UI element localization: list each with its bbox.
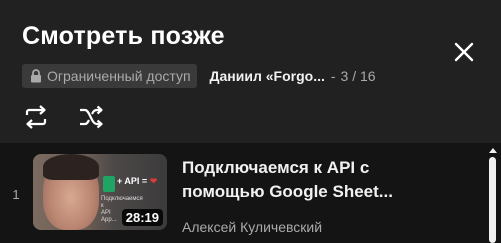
- video-thumbnail[interactable]: + API = ❤ Подключаемся к API App... 28:1…: [33, 154, 167, 230]
- lock-icon: [30, 69, 42, 83]
- privacy-label: Ограниченный доступ: [47, 68, 191, 84]
- scroll-up-icon[interactable]: [489, 148, 497, 153]
- close-button[interactable]: [448, 36, 480, 68]
- video-title[interactable]: Подключаемся к API с помощью Google Shee…: [182, 156, 452, 204]
- scrollbar-thumb[interactable]: [489, 157, 496, 243]
- shuffle-button[interactable]: [75, 101, 107, 133]
- loop-icon: [25, 105, 47, 129]
- privacy-badge: Ограниченный доступ: [22, 64, 197, 88]
- heart-icon: ❤: [149, 176, 158, 186]
- close-icon: [454, 42, 474, 62]
- thumbnail-caption: + API = ❤: [117, 176, 158, 186]
- duration-badge: 28:19: [121, 209, 163, 226]
- playlist-items: 1 + API = ❤ Подключаемся к API App... 28…: [0, 143, 501, 243]
- playlist-header: Смотреть позже Ограниченный доступ Дании…: [0, 0, 501, 143]
- playlist-owner-link[interactable]: Даниил «Forgo...: [210, 68, 325, 84]
- item-index: 1: [12, 187, 20, 202]
- channel-name[interactable]: Алексей Куличевский: [182, 219, 322, 235]
- sheets-icon: [103, 176, 115, 192]
- playlist-item[interactable]: 1 + API = ❤ Подключаемся к API App... 28…: [0, 143, 482, 243]
- shuffle-icon: [80, 105, 103, 129]
- playlist-position: 3 / 16: [340, 68, 376, 84]
- meta-separator: -: [330, 68, 336, 84]
- loop-button[interactable]: [20, 101, 52, 133]
- scrollbar[interactable]: [484, 143, 501, 243]
- playlist-title: Смотреть позже: [22, 22, 225, 50]
- playlist-meta: Ограниченный доступ Даниил «Forgo... - 3…: [22, 64, 376, 88]
